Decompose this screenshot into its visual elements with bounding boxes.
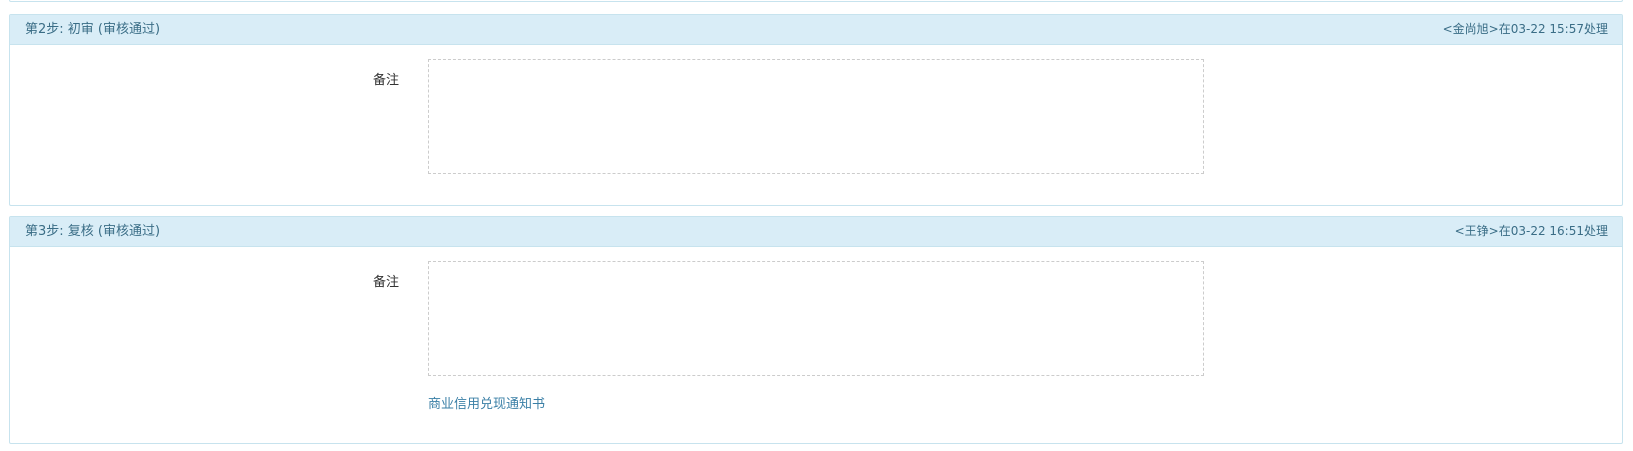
step-panel-second-review: 第3步: 复核 (审核通过) <王铮>在03-22 16:51处理 备注 商业信… xyxy=(9,216,1623,444)
remark-box xyxy=(428,261,1204,376)
step-processed-info: <金尚旭>在03-22 15:57处理 xyxy=(1442,22,1608,36)
previous-panel-edge xyxy=(9,0,1623,2)
attachment-link[interactable]: 商业信用兑现通知书 xyxy=(428,393,545,412)
step-processed-info: <王铮>在03-22 16:51处理 xyxy=(1454,224,1608,238)
step-panel-first-review: 第2步: 初审 (审核通过) <金尚旭>在03-22 15:57处理 备注 xyxy=(9,14,1623,206)
remark-label: 备注 xyxy=(373,275,400,290)
step-title: 第3步: 复核 (审核通过) xyxy=(25,224,161,239)
step-panel-header: 第2步: 初审 (审核通过) <金尚旭>在03-22 15:57处理 xyxy=(10,15,1622,45)
remark-box xyxy=(428,59,1204,174)
step-title: 第2步: 初审 (审核通过) xyxy=(25,22,161,37)
remark-label: 备注 xyxy=(373,73,400,88)
step-panel-header: 第3步: 复核 (审核通过) <王铮>在03-22 16:51处理 xyxy=(10,217,1622,247)
